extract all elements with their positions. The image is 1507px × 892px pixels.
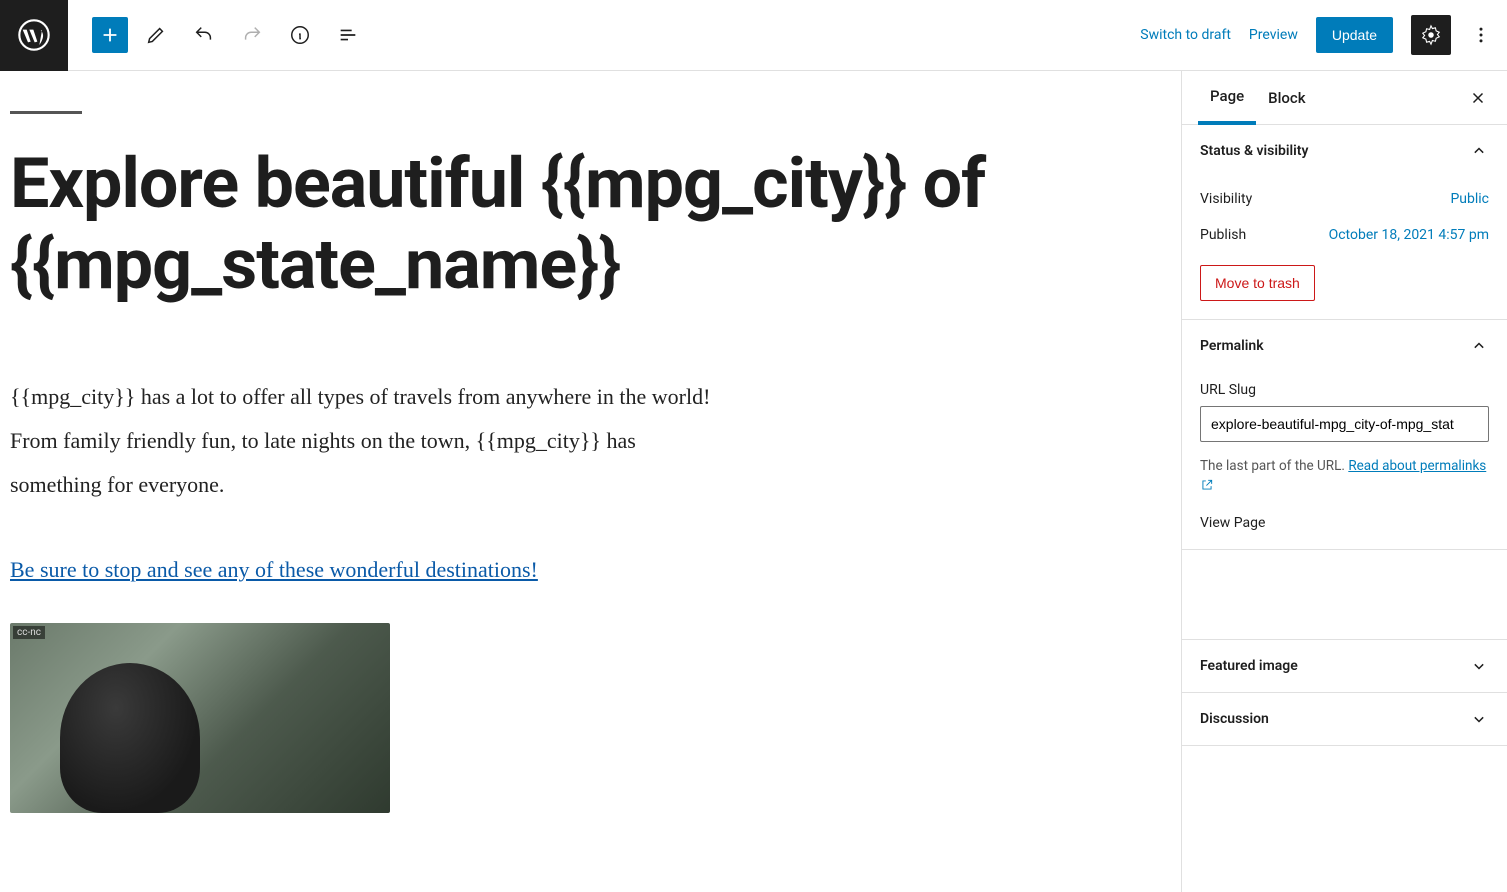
info-icon [289,24,311,46]
kebab-icon [1471,25,1491,45]
read-about-permalinks-link[interactable]: Read about permalinks [1348,458,1486,474]
panel-permalink: Permalink URL Slug The last part of the … [1182,320,1507,550]
post-paragraph[interactable]: {{mpg_city}} has a lot to offer all type… [10,375,730,507]
preview-link[interactable]: Preview [1249,27,1298,43]
settings-button[interactable] [1411,15,1451,55]
pencil-icon [145,24,167,46]
panel-header-permalink[interactable]: Permalink [1182,320,1507,372]
panel-featured-image: Featured image [1182,640,1507,693]
publish-value[interactable]: October 18, 2021 4:57 pm [1329,227,1489,243]
image-license-badge: cc-nc [13,626,45,639]
panel-title: Discussion [1200,711,1269,727]
chevron-down-icon [1469,656,1489,676]
panel-header-status[interactable]: Status & visibility [1182,125,1507,177]
settings-sidebar: Page Block Status & visibility Visibilit… [1181,71,1507,892]
close-icon [1469,89,1487,107]
title-rule [10,111,82,114]
edit-tool-button[interactable] [136,15,176,55]
post-title[interactable]: Explore beautiful {{mpg_city}} of {{mpg_… [10,144,1060,305]
panel-title: Featured image [1200,658,1298,674]
panel-discussion: Discussion [1182,693,1507,746]
more-options-button[interactable] [1469,25,1493,45]
chevron-down-icon [1469,709,1489,729]
list-icon [337,24,359,46]
panel-title: Status & visibility [1200,143,1308,159]
post-link[interactable]: Be sure to stop and see any of these won… [10,557,538,583]
update-button[interactable]: Update [1316,17,1393,53]
chevron-up-icon [1469,141,1489,161]
info-button[interactable] [280,15,320,55]
gear-icon [1420,24,1442,46]
external-link-icon [1200,478,1214,492]
chevron-up-icon [1469,336,1489,356]
tab-page[interactable]: Page [1198,71,1256,125]
permalink-help-text: The last part of the URL. Read about per… [1200,456,1489,497]
visibility-label: Visibility [1200,191,1252,207]
move-to-trash-button[interactable]: Move to trash [1200,265,1315,301]
panel-header-discussion[interactable]: Discussion [1182,693,1507,745]
post-image[interactable]: cc-nc [10,623,390,813]
switch-to-draft-link[interactable]: Switch to draft [1140,27,1231,43]
redo-icon [241,24,263,46]
wordpress-logo[interactable] [0,0,68,71]
close-sidebar-button[interactable] [1465,85,1491,111]
url-slug-label: URL Slug [1200,382,1489,398]
sidebar-tabs: Page Block [1182,71,1507,125]
url-slug-input[interactable] [1200,406,1489,442]
undo-icon [193,24,215,46]
plus-icon [99,24,121,46]
outline-button[interactable] [328,15,368,55]
panel-status-visibility: Status & visibility Visibility Public Pu… [1182,125,1507,320]
wordpress-icon [18,19,50,51]
tab-block[interactable]: Block [1256,73,1317,123]
view-page-link[interactable]: View Page [1200,515,1489,531]
panel-title: Permalink [1200,338,1264,354]
top-toolbar: Switch to draft Preview Update [0,0,1507,71]
panel-header-featured[interactable]: Featured image [1182,640,1507,692]
add-block-button[interactable] [92,17,128,53]
undo-button[interactable] [184,15,224,55]
editor-canvas[interactable]: Explore beautiful {{mpg_city}} of {{mpg_… [0,71,1181,892]
redo-button[interactable] [232,15,272,55]
visibility-value[interactable]: Public [1450,191,1489,207]
publish-label: Publish [1200,227,1246,243]
